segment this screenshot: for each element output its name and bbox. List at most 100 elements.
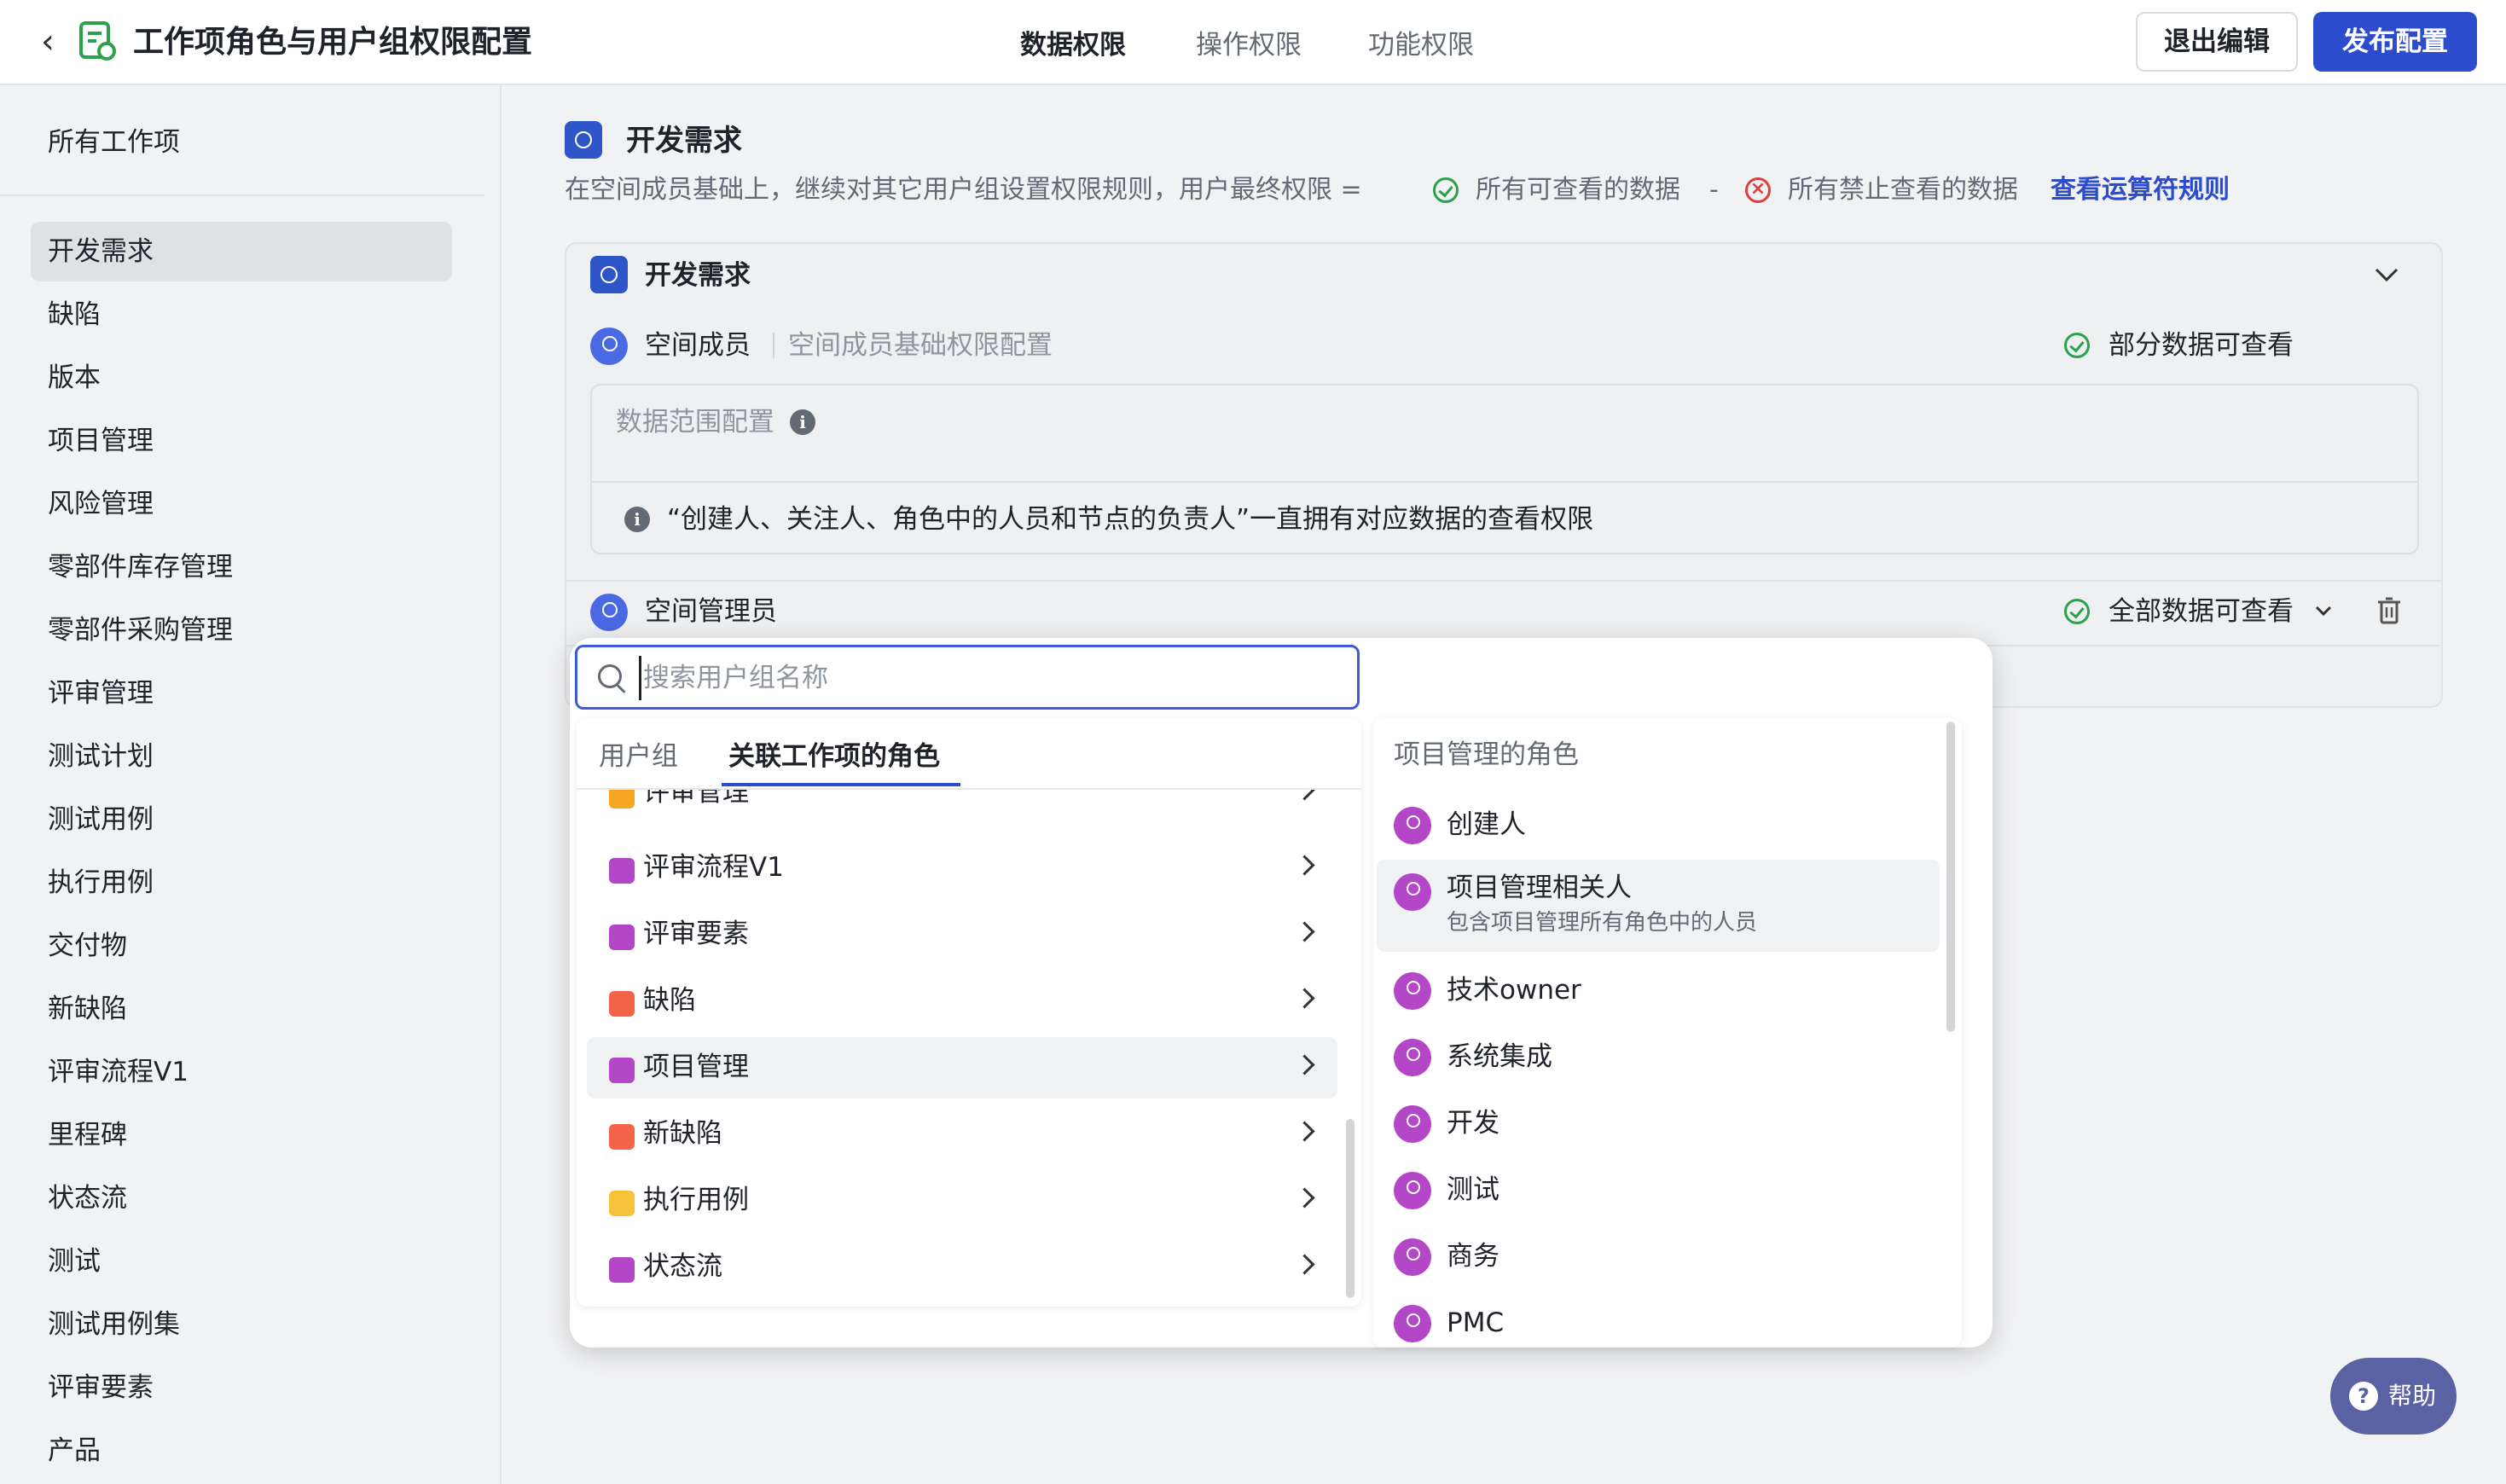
list-item[interactable]: 评审流程V1 xyxy=(587,838,1337,899)
tab-user-group[interactable]: 用户组 xyxy=(599,735,678,778)
sidebar-item[interactable]: 项目管理 xyxy=(31,411,452,471)
role-icon xyxy=(1394,1172,1431,1209)
list-item[interactable]: 评审管理 xyxy=(587,790,1337,824)
sidebar-item[interactable]: 执行用例 xyxy=(31,853,452,913)
role-item[interactable]: 项目管理相关人 包含项目管理所有角色中的人员 xyxy=(1377,860,1940,952)
role-label: 技术owner xyxy=(1447,975,1581,1006)
list-item-label: 项目管理 xyxy=(643,1052,749,1082)
sidebar-item[interactable]: 测试 xyxy=(31,1232,452,1291)
list-item[interactable]: 状态流 xyxy=(587,1237,1337,1298)
role-label: 系统集成 xyxy=(1447,1041,1552,1072)
sidebar-item[interactable]: 评审要素 xyxy=(31,1358,452,1417)
list-color-swatch xyxy=(609,925,635,950)
check-circle-icon xyxy=(2064,599,2090,624)
tab-data-permission[interactable]: 数据权限 xyxy=(1020,26,1126,65)
sidebar-item[interactable]: 评审管理 xyxy=(31,664,452,723)
sidebar-item[interactable]: 测试计划 xyxy=(31,727,452,786)
minus-sign: - xyxy=(1709,175,1719,205)
question-icon: ? xyxy=(2349,1382,2378,1411)
tab-related-roles[interactable]: 关联工作项的角色 xyxy=(728,735,940,778)
space-member-name: 空间成员 xyxy=(645,330,751,361)
chevron-right-icon xyxy=(1294,1254,1315,1275)
member-avatar-icon xyxy=(590,328,628,365)
role-item[interactable]: 系统集成 xyxy=(1377,1025,1940,1092)
search-box[interactable] xyxy=(575,645,1360,710)
role-item[interactable]: 商务 xyxy=(1377,1225,1940,1291)
list-item[interactable]: 缺陷 xyxy=(587,971,1337,1032)
member-status: 部分数据可查看 xyxy=(2109,330,2294,361)
sidebar-item[interactable]: 版本 xyxy=(31,348,452,408)
trash-icon[interactable] xyxy=(2376,597,2402,626)
role-description: 包含项目管理所有角色中的人员 xyxy=(1447,910,1758,936)
publish-button[interactable]: 发布配置 xyxy=(2313,12,2477,72)
sidebar-item[interactable]: 测试用例 xyxy=(31,790,452,849)
list-item-label: 执行用例 xyxy=(643,1185,749,1215)
list-item[interactable]: 执行用例 xyxy=(587,1170,1337,1232)
sidebar-item[interactable]: 产品 xyxy=(31,1421,452,1481)
sidebar-all-items[interactable]: 所有工作项 xyxy=(48,123,180,162)
role-item[interactable]: 创建人 xyxy=(1377,793,1940,860)
top-header: ‹ 工作项角色与用户组权限配置 数据权限 操作权限 功能权限 退出编辑 发布配置 xyxy=(0,0,2506,85)
sidebar-item[interactable]: 状态流 xyxy=(31,1168,452,1228)
chevron-down-icon[interactable] xyxy=(2371,264,2402,285)
sidebar-item[interactable]: 测试用例集 xyxy=(31,1295,452,1354)
group-list-panel: 用户组 关联工作项的角色 评审管理 评审流程V1 评审要素 缺陷 项目管理 新缺… xyxy=(577,718,1361,1307)
role-item[interactable]: 技术owner xyxy=(1377,959,1940,1025)
sidebar: 所有工作项 开发需求 缺陷 版本 项目管理 风险管理 零部件库存管理 零部件采购… xyxy=(0,85,502,1484)
list-item-label: 评审要素 xyxy=(643,919,749,949)
operator-rules-link[interactable]: 查看运算符规则 xyxy=(2051,171,2230,210)
list-item-label: 状态流 xyxy=(643,1251,722,1282)
chevron-right-icon xyxy=(1294,1187,1315,1209)
sidebar-item[interactable]: 交付物 xyxy=(31,916,452,976)
list-item[interactable]: 项目管理 xyxy=(587,1037,1337,1099)
role-icon xyxy=(1394,1039,1431,1076)
exit-edit-button[interactable]: 退出编辑 xyxy=(2136,12,2298,72)
role-label: 开发 xyxy=(1447,1108,1500,1139)
allowed-data-label: 所有可查看的数据 xyxy=(1476,175,1680,205)
check-circle-icon xyxy=(590,256,628,293)
sidebar-item[interactable]: 里程碑 xyxy=(31,1105,452,1165)
role-item[interactable]: 开发 xyxy=(1377,1092,1940,1158)
sidebar-item[interactable]: 零部件库存管理 xyxy=(31,537,452,597)
list-color-swatch xyxy=(609,1191,635,1216)
list-color-swatch xyxy=(609,1058,635,1083)
list-item[interactable]: 评审要素 xyxy=(587,904,1337,965)
data-scope-label: 数据范围配置 xyxy=(616,407,774,438)
sidebar-item[interactable]: 零部件采购管理 xyxy=(31,600,452,660)
tab-operation-permission[interactable]: 操作权限 xyxy=(1196,26,1302,65)
help-button[interactable]: ? 帮助 xyxy=(2330,1358,2457,1435)
sidebar-item[interactable]: 开发需求 xyxy=(31,222,452,281)
chevron-down-icon[interactable] xyxy=(2313,604,2334,619)
scrollbar[interactable] xyxy=(1946,722,1955,1032)
chevron-right-icon xyxy=(1294,1121,1315,1142)
list-item-label: 新缺陷 xyxy=(643,1118,722,1149)
space-member-subtitle: 空间成员基础权限配置 xyxy=(788,330,1053,361)
search-input[interactable] xyxy=(639,656,1344,700)
back-arrow-icon[interactable]: ‹ xyxy=(31,22,65,61)
role-item[interactable]: PMC xyxy=(1377,1291,1940,1348)
role-label: 测试 xyxy=(1447,1174,1500,1205)
role-label: PMC xyxy=(1447,1307,1505,1338)
role-item[interactable]: 测试 xyxy=(1377,1158,1940,1225)
chevron-right-icon xyxy=(1294,921,1315,942)
space-admin-name: 空间管理员 xyxy=(645,596,777,627)
info-icon: i xyxy=(624,507,650,532)
admin-status[interactable]: 全部数据可查看 xyxy=(2109,592,2294,631)
role-icon xyxy=(1394,1305,1431,1342)
list-color-swatch xyxy=(609,1257,635,1283)
info-icon[interactable]: i xyxy=(790,409,815,435)
sidebar-item[interactable]: 新缺陷 xyxy=(31,979,452,1039)
divider xyxy=(773,333,774,358)
list-color-swatch xyxy=(609,790,635,809)
sidebar-item[interactable]: 评审流程V1 xyxy=(31,1042,452,1102)
sidebar-item[interactable]: 风险管理 xyxy=(31,474,452,534)
forbidden-data-label: 所有禁止查看的数据 xyxy=(1788,175,2018,205)
list-item[interactable]: 新缺陷 xyxy=(587,1104,1337,1165)
search-icon xyxy=(598,664,622,688)
scrollbar[interactable] xyxy=(1346,1119,1355,1298)
list-color-swatch xyxy=(609,858,635,884)
sidebar-item[interactable]: 缺陷 xyxy=(31,285,452,345)
admin-avatar-icon xyxy=(590,594,628,631)
document-icon xyxy=(79,21,116,61)
tab-function-permission[interactable]: 功能权限 xyxy=(1368,26,1474,65)
